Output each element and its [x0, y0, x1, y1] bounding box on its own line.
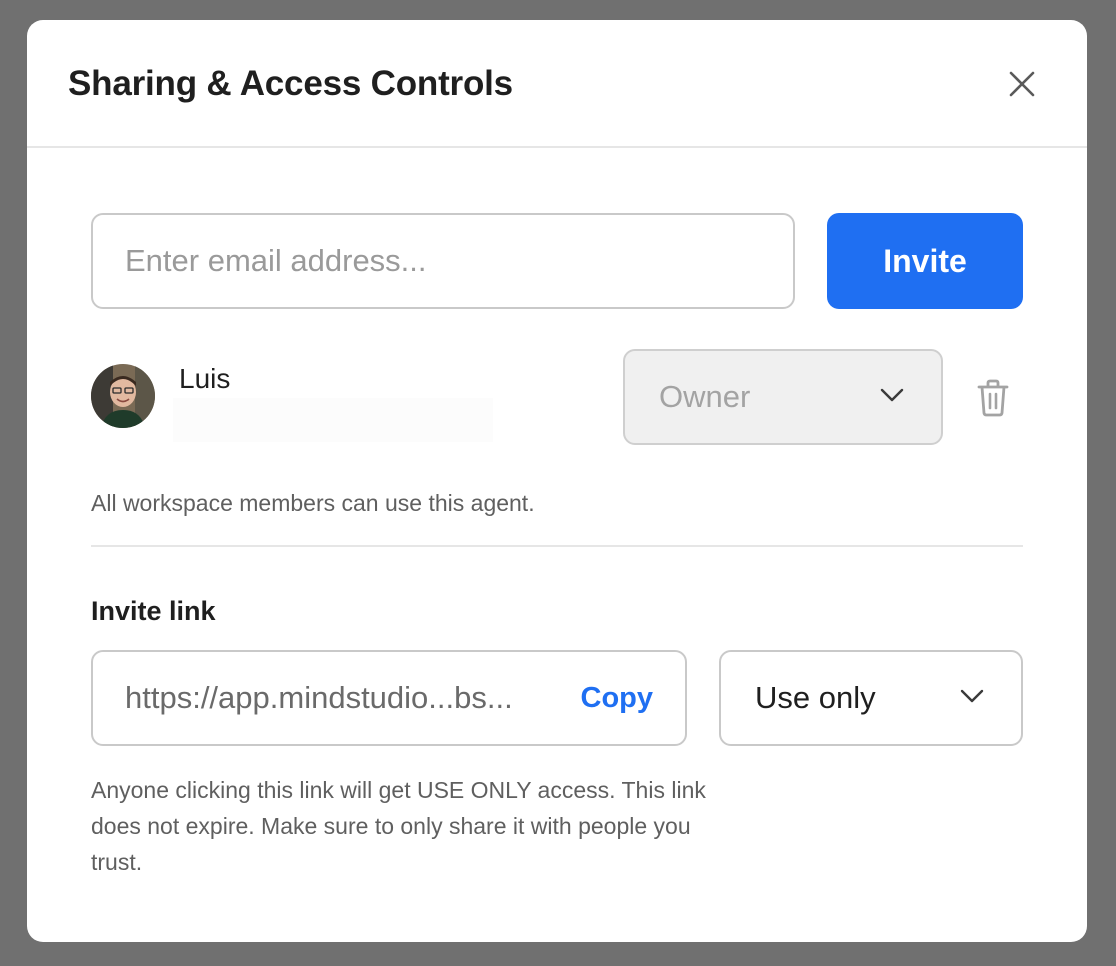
role-select: Owner — [623, 349, 943, 445]
trash-icon — [977, 379, 1009, 417]
role-select-value: Owner — [659, 379, 751, 414]
section-divider — [91, 545, 1023, 547]
dialog-title: Sharing & Access Controls — [68, 64, 513, 103]
chevron-down-icon — [880, 388, 904, 402]
invite-link-url: https://app.mindstudio...bs... — [125, 680, 513, 715]
copy-link-button[interactable]: Copy — [581, 680, 654, 716]
link-access-select[interactable]: Use only — [719, 650, 1023, 746]
close-button[interactable] — [1005, 67, 1039, 101]
avatar — [91, 364, 155, 428]
invite-button[interactable]: Invite — [827, 213, 1023, 309]
dialog-header: Sharing & Access Controls — [27, 20, 1087, 148]
workspace-access-note: All workspace members can use this agent… — [91, 490, 535, 516]
chevron-down-icon — [960, 689, 984, 703]
link-access-value: Use only — [755, 680, 876, 715]
email-input[interactable] — [91, 213, 795, 309]
remove-member-button[interactable] — [975, 378, 1011, 418]
invite-link-note: Anyone clicking this link will get USE O… — [91, 777, 706, 875]
invite-link-field: https://app.mindstudio...bs... Copy — [91, 650, 687, 746]
sharing-dialog: Sharing & Access Controls Invite Luis Ow… — [27, 20, 1087, 942]
member-name: Luis — [179, 363, 231, 394]
invite-link-heading: Invite link — [91, 596, 216, 626]
member-email-redacted — [173, 398, 493, 442]
close-icon — [1009, 71, 1035, 97]
